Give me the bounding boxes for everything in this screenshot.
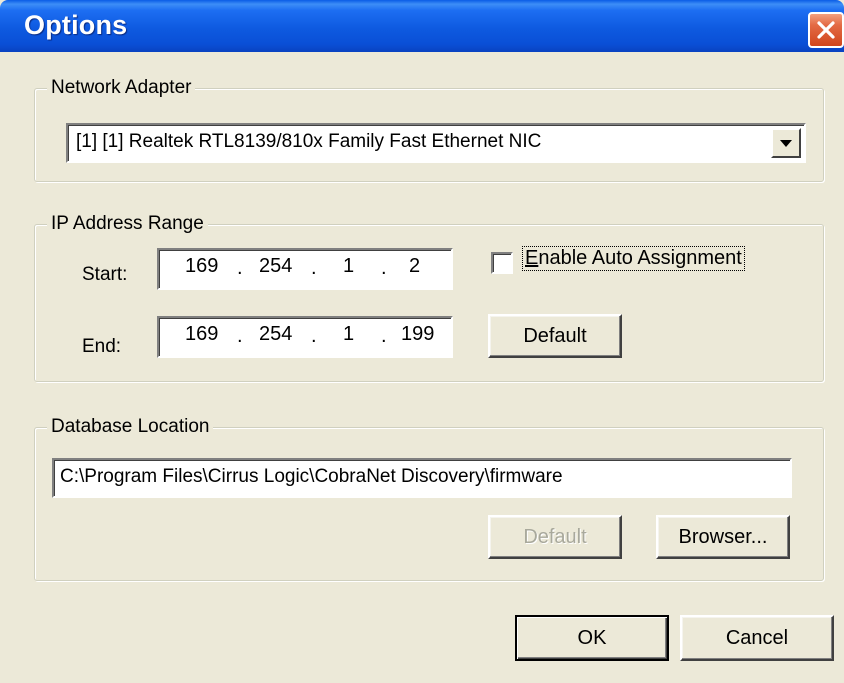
ip-default-button[interactable]: Default bbox=[488, 314, 622, 358]
dropdown-button[interactable] bbox=[771, 128, 801, 158]
start-label: Start: bbox=[82, 264, 128, 285]
ip-dot: . bbox=[311, 257, 317, 279]
ok-button[interactable]: OK bbox=[515, 615, 669, 661]
ip-dot: . bbox=[311, 325, 317, 347]
cancel-button[interactable]: Cancel bbox=[680, 615, 834, 661]
database-location-label: Database Location bbox=[47, 414, 214, 440]
network-adapter-select[interactable]: [1] [1] Realtek RTL8139/810x Family Fast… bbox=[66, 123, 806, 163]
network-adapter-label: Network Adapter bbox=[47, 75, 196, 101]
start-ip-input[interactable]: 169 . 254 . 1 . 2 bbox=[157, 248, 453, 290]
close-icon bbox=[817, 21, 835, 39]
end-label: End: bbox=[82, 336, 122, 357]
ip-dot: . bbox=[381, 257, 387, 279]
auto-assign-checkbox[interactable] bbox=[491, 252, 513, 274]
ip-dot: . bbox=[237, 257, 243, 279]
auto-assign-label[interactable]: Enable Auto Assignment bbox=[522, 246, 745, 271]
end-ip-octet-3[interactable]: 1 bbox=[343, 323, 354, 346]
end-ip-octet-2[interactable]: 254 bbox=[259, 323, 292, 346]
title-bar[interactable]: Options bbox=[0, 0, 844, 52]
start-ip-octet-4[interactable]: 2 bbox=[409, 255, 420, 278]
start-ip-octet-2[interactable]: 254 bbox=[259, 255, 292, 278]
ip-range-label: IP Address Range bbox=[47, 211, 208, 237]
end-ip-octet-1[interactable]: 169 bbox=[185, 323, 218, 346]
close-button[interactable] bbox=[808, 12, 844, 48]
window-title: Options bbox=[24, 10, 128, 40]
ip-dot: . bbox=[237, 325, 243, 347]
database-default-button[interactable]: Default bbox=[488, 515, 622, 559]
start-ip-octet-1[interactable]: 169 bbox=[185, 255, 218, 278]
browse-button[interactable]: Browser... bbox=[656, 515, 790, 559]
database-path-input[interactable]: C:\Program Files\Cirrus Logic\CobraNet D… bbox=[52, 458, 792, 498]
end-ip-octet-4[interactable]: 199 bbox=[401, 323, 434, 346]
auto-assign-label-rest: nable Auto Assignment bbox=[538, 247, 742, 269]
network-adapter-value: [1] [1] Realtek RTL8139/810x Family Fast… bbox=[76, 131, 542, 152]
end-ip-input[interactable]: 169 . 254 . 1 . 199 bbox=[157, 316, 453, 358]
ip-dot: . bbox=[381, 325, 387, 347]
start-ip-octet-3[interactable]: 1 bbox=[343, 255, 354, 278]
options-dialog: Options Network Adapter [1] [1] Realtek … bbox=[0, 0, 844, 683]
chevron-down-icon bbox=[780, 140, 792, 147]
